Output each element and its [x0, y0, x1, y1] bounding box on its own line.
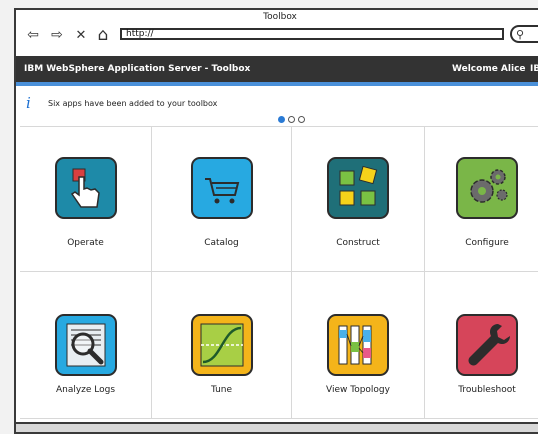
- tile-label: Construct: [336, 238, 380, 248]
- topology-icon: [327, 314, 389, 376]
- page-dot-2[interactable]: [288, 116, 295, 123]
- page-dot-3[interactable]: [298, 116, 305, 123]
- browser-window: Toolbox ⇦ ⇨ ✕ ⌂ http:// ⚲ IBM WebSphere …: [14, 8, 538, 434]
- info-icon: i: [26, 94, 31, 112]
- tile-configure[interactable]: Configure: [425, 127, 538, 272]
- wrench-icon: [456, 314, 518, 376]
- search-icon: ⚲: [516, 28, 525, 41]
- forward-arrow-icon[interactable]: ⇨: [46, 24, 68, 46]
- tile-label: Tune: [210, 385, 233, 395]
- tile-label: Analyze Logs: [55, 385, 116, 395]
- app-title: IBM WebSphere Application Server - Toolb…: [24, 64, 251, 74]
- brand-logo: IB: [530, 64, 538, 74]
- tile-construct[interactable]: Construct: [292, 127, 425, 272]
- hand-pointer-icon: [54, 157, 117, 219]
- app-grid: Operate Catalog Construct Configure Anal…: [20, 126, 538, 419]
- page-dot-1[interactable]: [278, 116, 285, 123]
- tile-troubleshoot[interactable]: Troubleshoot: [425, 272, 538, 419]
- tile-label: Operate: [67, 238, 104, 248]
- back-arrow-icon[interactable]: ⇦: [22, 24, 44, 46]
- tile-tune[interactable]: Tune: [152, 272, 292, 419]
- tile-label: Configure: [465, 238, 509, 248]
- home-icon[interactable]: ⌂: [92, 24, 114, 46]
- tile-view-topology[interactable]: View Topology: [292, 272, 425, 419]
- tile-analyze-logs[interactable]: Analyze Logs: [20, 272, 152, 419]
- tile-label: Troubleshoot: [458, 385, 516, 395]
- status-bar: [16, 422, 538, 432]
- tile-label: View Topology: [326, 385, 390, 395]
- gears-icon: [456, 157, 518, 219]
- cart-icon: [190, 157, 253, 219]
- page-indicator: [278, 116, 305, 126]
- magnifier-log-icon: [54, 314, 117, 376]
- info-banner: i Six apps have been added to your toolb…: [16, 86, 538, 112]
- app-header: IBM WebSphere Application Server - Toolb…: [16, 56, 538, 86]
- welcome-user[interactable]: Welcome Alice: [452, 56, 526, 82]
- blocks-icon: [327, 157, 389, 219]
- tile-operate[interactable]: Operate: [20, 127, 152, 272]
- curve-icon: [190, 314, 253, 376]
- url-input[interactable]: http://: [120, 28, 504, 40]
- window-title: Toolbox: [263, 12, 297, 22]
- search-input[interactable]: ⚲: [510, 25, 538, 43]
- info-message: Six apps have been added to your toolbox: [48, 99, 218, 108]
- navigation-toolbar: ⇦ ⇨ ✕ ⌂ http:// ⚲: [16, 24, 538, 54]
- stop-icon[interactable]: ✕: [72, 24, 90, 46]
- tile-catalog[interactable]: Catalog: [152, 127, 292, 272]
- tile-label: Catalog: [204, 238, 239, 248]
